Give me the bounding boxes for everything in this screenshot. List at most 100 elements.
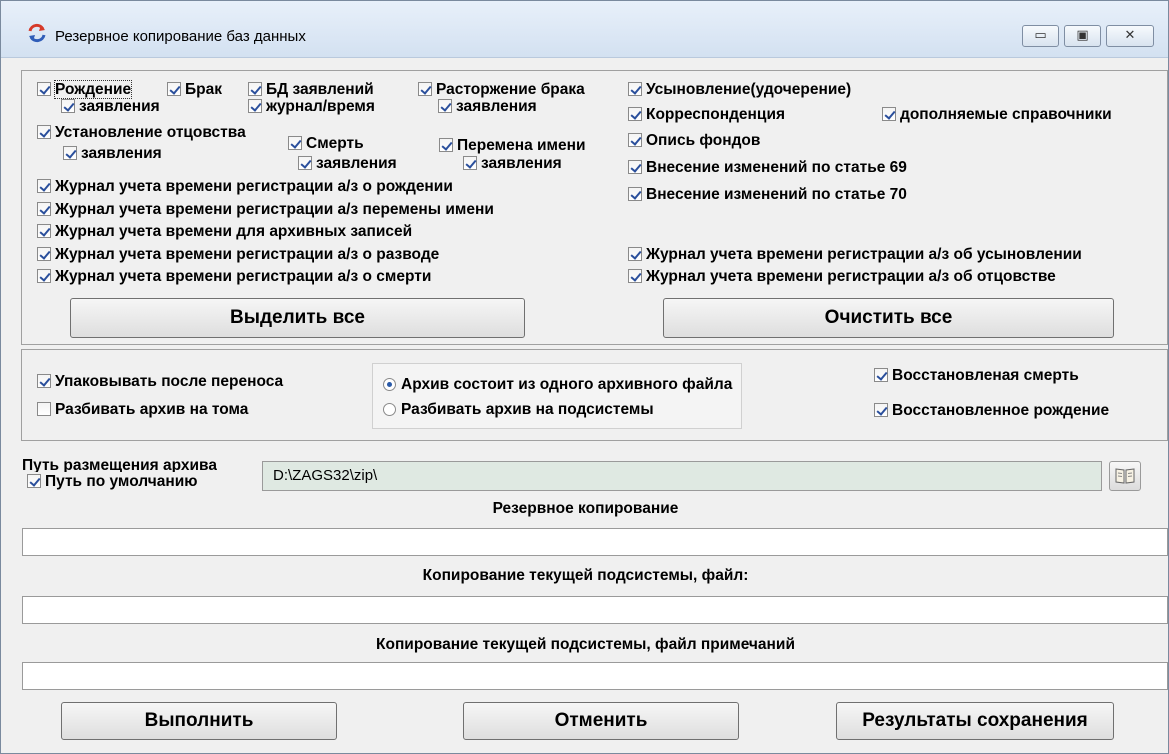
- checkbox-box[interactable]: [37, 82, 51, 96]
- archive-path-label: Путь размещения архива: [22, 459, 217, 472]
- checkbox-razbivat-toma[interactable]: Разбивать архив на тома: [37, 401, 248, 418]
- checkbox-ustanovlenie[interactable]: Установление отцовства: [37, 124, 246, 141]
- checkbox-label: Журнал учета времени регистрации а/з об …: [646, 246, 1082, 263]
- checkbox-box[interactable]: [37, 224, 51, 238]
- checkbox-label: Перемена имени: [457, 137, 586, 154]
- checkbox-rozhdenie-zayavleniya[interactable]: заявления: [61, 98, 160, 115]
- checkbox-journal-otcovstvo[interactable]: Журнал учета времени регистрации а/з об …: [628, 268, 1056, 285]
- checkbox-korrespondenciya[interactable]: Корреспонденция: [628, 106, 785, 123]
- checkbox-journal-razvod[interactable]: Журнал учета времени регистрации а/з о р…: [37, 246, 439, 263]
- checkbox-box[interactable]: [882, 107, 896, 121]
- checkbox-opis-fondov[interactable]: Опись фондов: [628, 132, 760, 149]
- checkbox-box[interactable]: [628, 269, 642, 283]
- checkbox-vnesenie-70[interactable]: Внесение изменений по статье 70: [628, 186, 907, 203]
- checkbox-label: Корреспонденция: [646, 106, 786, 123]
- checkbox-box[interactable]: [628, 133, 642, 147]
- checkbox-box[interactable]: [439, 138, 453, 152]
- radio-dot[interactable]: [383, 378, 396, 391]
- checkbox-label: Журнал учета времени регистрации а/з о р…: [55, 246, 440, 263]
- checkbox-label: Установление отцовства: [55, 124, 246, 141]
- checkbox-box[interactable]: [37, 125, 51, 139]
- radio-subsystems[interactable]: Разбивать архив на подсистемы: [383, 401, 654, 418]
- checkbox-journal-arhiv[interactable]: Журнал учета времени для архивных записе…: [37, 223, 412, 240]
- checkbox-zhurnal-vremya[interactable]: журнал/время: [248, 98, 375, 115]
- checkbox-label: Журнал учета времени регистрации а/з пер…: [55, 201, 494, 218]
- close-button[interactable]: ✕: [1106, 25, 1154, 47]
- checkbox-box[interactable]: [628, 160, 642, 174]
- checkbox-box[interactable]: [37, 202, 51, 216]
- checkbox-box[interactable]: [248, 82, 262, 96]
- checkbox-label: Журнал учета времени регистрации а/з о р…: [55, 178, 453, 195]
- checkbox-box[interactable]: [438, 99, 452, 113]
- checkbox-label: журнал/время: [266, 98, 375, 115]
- checkbox-vnesenie-69[interactable]: Внесение изменений по статье 69: [628, 159, 907, 176]
- checkbox-put-default[interactable]: Путь по умолчанию: [27, 473, 197, 490]
- checkbox-label: заявления: [81, 145, 162, 162]
- checkbox-peremena-zayavleniya[interactable]: заявления: [463, 155, 562, 172]
- checkbox-label: Путь по умолчанию: [45, 473, 198, 490]
- checkbox-box[interactable]: [167, 82, 181, 96]
- checkbox-box[interactable]: [27, 474, 41, 488]
- checkbox-rozhdenie[interactable]: Рождение: [37, 80, 133, 99]
- checkbox-usynovlenie[interactable]: Усыновление(удочерение): [628, 81, 851, 98]
- notes-progress-label: Копирование текущей подсистемы, файл при…: [376, 636, 795, 653]
- checkbox-journal-peremena[interactable]: Журнал учета времени регистрации а/з пер…: [37, 201, 494, 218]
- checkbox-box[interactable]: [63, 146, 77, 160]
- checkbox-box[interactable]: [288, 136, 302, 150]
- close-icon: ✕: [1124, 28, 1136, 43]
- checkbox-box[interactable]: [248, 99, 262, 113]
- checkbox-ustanovlenie-zayavleniya[interactable]: заявления: [63, 145, 162, 162]
- checkbox-box[interactable]: [37, 179, 51, 193]
- checkbox-box[interactable]: [37, 374, 51, 388]
- checkbox-label: Смерть: [306, 135, 364, 152]
- checkbox-box[interactable]: [37, 269, 51, 283]
- checkbox-box[interactable]: [628, 82, 642, 96]
- checkbox-rastorzhenie-zayavleniya[interactable]: заявления: [438, 98, 537, 115]
- checkbox-label: Внесение изменений по статье 70: [646, 186, 907, 203]
- file-progress-bar: [22, 596, 1168, 624]
- archive-path-input[interactable]: D:\ZAGS32\zip\: [262, 461, 1102, 491]
- cancel-button[interactable]: Отменить: [463, 702, 739, 740]
- checkbox-label: Опись фондов: [646, 132, 761, 149]
- checkbox-vosst-rozhdenie[interactable]: Восстановленное рождение: [874, 402, 1109, 419]
- checkbox-box[interactable]: [628, 107, 642, 121]
- checkbox-bd-zayavleniy[interactable]: БД заявлений: [248, 81, 374, 98]
- checkbox-box[interactable]: [463, 156, 477, 170]
- browse-button[interactable]: [1109, 461, 1141, 491]
- maximize-button[interactable]: ▣: [1064, 25, 1101, 47]
- checkbox-box[interactable]: [874, 403, 888, 417]
- checkbox-label: дополняемые справочники: [900, 106, 1112, 123]
- checkbox-journal-usynovlenie[interactable]: Журнал учета времени регистрации а/з об …: [628, 246, 1082, 263]
- run-button[interactable]: Выполнить: [61, 702, 337, 740]
- checkbox-dopolnyaemye[interactable]: дополняемые справочники: [882, 106, 1112, 123]
- checkbox-rastorzhenie[interactable]: Расторжение брака: [418, 81, 585, 98]
- checkbox-label: Брак: [185, 81, 222, 98]
- checkbox-box[interactable]: [298, 156, 312, 170]
- checkbox-label: Внесение изменений по статье 69: [646, 159, 907, 176]
- results-button[interactable]: Результаты сохранения: [836, 702, 1114, 740]
- checkbox-smert[interactable]: Смерть: [288, 135, 364, 152]
- radio-dot[interactable]: [383, 403, 396, 416]
- notes-progress-bar: [22, 662, 1168, 690]
- checkbox-journal-smert[interactable]: Журнал учета времени регистрации а/з о с…: [37, 268, 431, 285]
- checkbox-box[interactable]: [37, 247, 51, 261]
- checkbox-label: Расторжение брака: [436, 81, 585, 98]
- checkbox-box[interactable]: [874, 368, 888, 382]
- checkbox-box[interactable]: [418, 82, 432, 96]
- maximize-icon: ▣: [1076, 28, 1089, 43]
- checkbox-box[interactable]: [37, 402, 51, 416]
- clear-all-button[interactable]: Очистить все: [663, 298, 1114, 338]
- select-all-button[interactable]: Выделить все: [70, 298, 525, 338]
- checkbox-box[interactable]: [628, 247, 642, 261]
- radio-one-file[interactable]: Архив состоит из одного архивного файла: [383, 376, 732, 393]
- checkbox-smert-zayavleniya[interactable]: заявления: [298, 155, 397, 172]
- checkbox-brak[interactable]: Брак: [167, 81, 222, 98]
- minimize-button[interactable]: ▭: [1022, 25, 1059, 47]
- checkbox-box[interactable]: [61, 99, 75, 113]
- checkbox-vosst-smert[interactable]: Восстановленая смерть: [874, 367, 1079, 384]
- checkbox-journal-rozhdenie[interactable]: Журнал учета времени регистрации а/з о р…: [37, 178, 453, 195]
- backup-progress-bar: [22, 528, 1168, 556]
- checkbox-upakovyvat[interactable]: Упаковывать после переноса: [37, 373, 283, 390]
- checkbox-box[interactable]: [628, 187, 642, 201]
- checkbox-peremena[interactable]: Перемена имени: [439, 137, 586, 154]
